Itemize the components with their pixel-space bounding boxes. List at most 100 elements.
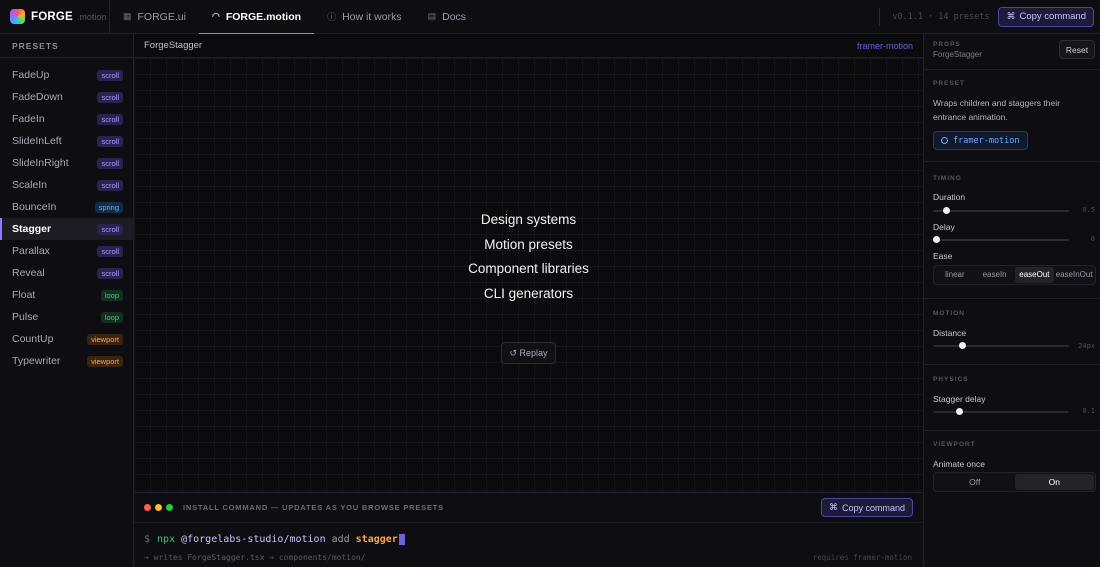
- preset-type-badge: scroll: [97, 267, 123, 279]
- duration-slider[interactable]: [933, 207, 1069, 214]
- top-bar: FORGE .motion ▦ FORGE.ui ◠ FORGE.motion …: [0, 0, 1100, 35]
- slider-knob[interactable]: [956, 408, 964, 415]
- stagger-item: Design systems: [480, 212, 577, 227]
- sidebar-item-stagger[interactable]: Stagger scroll: [0, 218, 134, 240]
- tab-forge-motion[interactable]: ◠ FORGE.motion: [198, 0, 315, 35]
- props-caption: PROPS: [933, 41, 961, 48]
- copy-command-button[interactable]: ⌘ Copy command: [998, 6, 1094, 27]
- terminal-label: INSTALL COMMAND — UPDATES AS YOU BROWSE …: [183, 503, 444, 512]
- sidebar-item-reveal[interactable]: Reveal scroll: [0, 262, 134, 284]
- stagger-item: Component libraries: [468, 261, 589, 276]
- sidebar-item-fadedown[interactable]: FadeDown scroll: [0, 86, 134, 108]
- tab-label: Docs: [442, 10, 467, 23]
- writes-note: → writes ForgeStagger.tsx → components/m…: [144, 553, 366, 562]
- presets-sidebar: PRESETS FadeUp scroll FadeDown scroll FadeIn…: [0, 34, 134, 567]
- stage-header: ForgeStagger framer-motion: [134, 34, 923, 58]
- slider-knob[interactable]: [958, 342, 966, 349]
- install-command[interactable]: $ npx @forgelabs-studio/motion add stagg…: [144, 534, 405, 545]
- command-add: add: [331, 534, 350, 545]
- delay-slider[interactable]: [933, 236, 1069, 243]
- preset-type-badge: scroll: [97, 245, 123, 257]
- toggle-option-on[interactable]: On: [1014, 474, 1094, 490]
- component-title: ForgeStagger: [144, 40, 203, 51]
- replay-button[interactable]: ↺ Replay: [501, 342, 556, 364]
- ease-option-easeout[interactable]: easeOut: [1014, 267, 1055, 283]
- preset-description: Wraps children and staggers their entran…: [933, 98, 1060, 122]
- circle-icon: [941, 137, 948, 144]
- slider-knob[interactable]: [943, 207, 951, 214]
- ease-segmented-control: linear easeIn easeOut easeInOut: [933, 265, 1096, 285]
- library-tag: framer-motion: [856, 40, 913, 51]
- terminal-copy-button[interactable]: ⌘ Copy command: [820, 498, 913, 517]
- sidebar-item-parallax[interactable]: Parallax scroll: [0, 240, 134, 262]
- tab-label: FORGE.motion: [225, 10, 302, 23]
- ease-option-linear[interactable]: linear: [935, 267, 975, 283]
- requires-note: requires framer-motion: [812, 553, 912, 562]
- sidebar-item-label: Pulse: [12, 311, 39, 323]
- brand-sub: .motion: [76, 11, 107, 22]
- sidebar-item-float[interactable]: Float loop: [0, 284, 134, 306]
- main-stage-area: ForgeStagger framer-motion Design system…: [134, 34, 923, 567]
- sidebar-item-bouncein[interactable]: BounceIn spring: [0, 196, 134, 218]
- sidebar-item-fadeup[interactable]: FadeUp scroll: [0, 64, 134, 86]
- sidebar-item-slideinleft[interactable]: SlideInLeft scroll: [0, 130, 134, 152]
- distance-slider[interactable]: [933, 342, 1069, 349]
- animate-once-toggle: Off On: [933, 472, 1096, 492]
- duration-value: 0.5: [1082, 206, 1095, 214]
- ease-option-easeinout[interactable]: easeInOut: [1054, 267, 1094, 283]
- preset-type-badge: scroll: [97, 91, 123, 103]
- sidebar-item-scalein[interactable]: ScaleIn scroll: [0, 174, 134, 196]
- sidebar-item-label: SlideInLeft: [12, 135, 62, 147]
- delay-label: Delay: [933, 222, 955, 232]
- stagger-delay-value: 0.1: [1082, 407, 1095, 415]
- tab-docs[interactable]: ▤ Docs: [415, 0, 479, 34]
- sidebar-item-label: Stagger: [12, 223, 52, 235]
- physics-section-title: PHYSICS: [933, 376, 969, 383]
- stagger-delay-slider[interactable]: [933, 408, 1069, 415]
- preset-type-badge: scroll: [97, 179, 123, 191]
- sidebar-item-label: FadeIn: [12, 113, 45, 125]
- sidebar-item-slideinright[interactable]: SlideInRight scroll: [0, 152, 134, 174]
- props-header: PROPS ForgeStagger: [933, 41, 982, 59]
- sidebar-item-typewriter[interactable]: Typewriter viewport: [0, 350, 134, 372]
- sidebar-item-label: Parallax: [12, 245, 50, 257]
- distance-value: 24px: [1078, 342, 1095, 350]
- slider-knob[interactable]: [933, 236, 940, 243]
- grid-icon: ▦: [123, 11, 132, 21]
- library-chip[interactable]: framer-motion: [933, 131, 1028, 150]
- reset-button[interactable]: Reset: [1059, 40, 1095, 59]
- toggle-option-off[interactable]: Off: [935, 474, 1015, 490]
- top-right: v0.1.1 · 14 presets ⌘ Copy command: [879, 0, 1100, 34]
- ease-option-easein[interactable]: easeIn: [975, 267, 1015, 283]
- divider: [879, 7, 881, 26]
- tab-forge-ui[interactable]: ▦ FORGE.ui: [110, 0, 199, 34]
- tab-label: FORGE.ui: [137, 10, 186, 23]
- info-icon: ⓘ: [327, 12, 337, 22]
- tab-how-it-works[interactable]: ⓘ How it works: [314, 0, 415, 34]
- brand[interactable]: FORGE .motion: [0, 0, 110, 34]
- copy-command-label: Copy command: [1019, 11, 1086, 22]
- copy-command-label: Copy command: [841, 502, 905, 513]
- install-terminal: INSTALL COMMAND — UPDATES AS YOU BROWSE …: [134, 492, 923, 567]
- command-package: @forgelabs-studio/motion: [181, 534, 326, 545]
- preset-type-badge: viewport: [87, 355, 123, 367]
- ease-label: Ease: [933, 251, 953, 261]
- sidebar-item-label: CountUp: [12, 333, 54, 345]
- divider: [924, 364, 1100, 365]
- sidebar-item-pulse[interactable]: Pulse loop: [0, 306, 134, 328]
- sidebar-item-countup[interactable]: CountUp viewport: [0, 328, 134, 350]
- sidebar-item-label: FadeDown: [12, 91, 63, 103]
- doc-icon: ▤: [427, 11, 437, 21]
- timing-section-title: TIMING: [933, 175, 962, 182]
- sidebar-item-label: BounceIn: [12, 201, 57, 213]
- stagger-preview-list: Design systems Motion presets Component …: [134, 208, 923, 306]
- preset-type-badge: scroll: [97, 113, 123, 125]
- green-dot-icon: [166, 504, 173, 511]
- sidebar-item-fadein[interactable]: FadeIn scroll: [0, 108, 134, 130]
- red-dot-icon: [144, 504, 151, 511]
- tab-label: How it works: [342, 10, 402, 23]
- preset-section-title: PRESET: [933, 80, 966, 87]
- prompt-symbol: $: [144, 534, 151, 545]
- terminal-header: INSTALL COMMAND — UPDATES AS YOU BROWSE …: [134, 493, 923, 523]
- stagger-item: CLI generators: [483, 285, 574, 301]
